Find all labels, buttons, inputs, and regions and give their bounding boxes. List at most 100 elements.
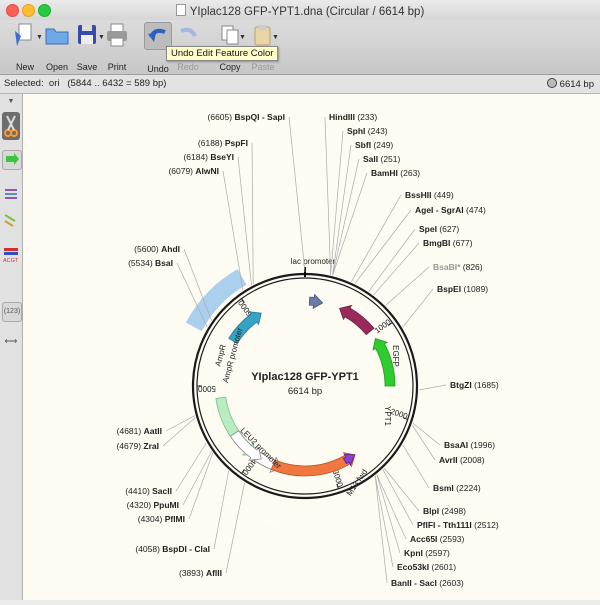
open-button[interactable]: Open bbox=[40, 22, 74, 72]
restriction-site[interactable]: (5600) AhdI bbox=[134, 244, 180, 254]
restriction-site[interactable]: AgeI - SgrAI (474) bbox=[415, 205, 486, 215]
site-enzyme: PpuMI bbox=[154, 500, 180, 510]
site-leader-line bbox=[188, 452, 214, 520]
map-name: YIplac128 GFP-YPT1 bbox=[251, 371, 359, 383]
restriction-site[interactable]: BssHII (449) bbox=[405, 190, 454, 200]
restriction-site[interactable]: (4679) ZraI bbox=[116, 441, 159, 451]
restriction-site[interactable]: (3893) AflII bbox=[179, 568, 222, 578]
feature-leu2-arrow[interactable] bbox=[270, 452, 356, 477]
site-leader-line bbox=[373, 242, 420, 296]
site-leader-line bbox=[162, 417, 196, 447]
restriction-site[interactable]: (4058) BspDI - ClaI bbox=[135, 544, 210, 554]
save-button[interactable]: Save bbox=[70, 22, 104, 72]
restriction-site[interactable]: KpnI (2597) bbox=[404, 548, 450, 558]
alignment-view-button[interactable] bbox=[2, 212, 20, 230]
site-position: (3893) bbox=[179, 568, 206, 578]
copy-menu-chevron-down-icon[interactable]: ▼ bbox=[239, 34, 246, 41]
site-enzyme: BsaAI bbox=[444, 440, 468, 450]
feature-label-ori: ori bbox=[254, 224, 266, 236]
restriction-site[interactable]: BspEI (1089) bbox=[437, 284, 488, 294]
sidebar-collapse-icon[interactable]: ▼ bbox=[2, 98, 20, 105]
restriction-site[interactable]: BmgBI (677) bbox=[423, 238, 473, 248]
map-length: 6614 bp bbox=[288, 386, 322, 397]
restriction-site[interactable]: (4304) PflMI bbox=[138, 514, 185, 524]
redo-arrow-icon bbox=[175, 22, 201, 48]
restriction-site[interactable]: (6079) AlwNI bbox=[168, 166, 219, 176]
feature-label-leu2: LEU2 bbox=[258, 515, 280, 527]
site-position: (677) bbox=[450, 238, 472, 248]
restriction-site[interactable]: (6184) BseYI bbox=[183, 152, 234, 162]
site-enzyme: PspFI bbox=[225, 138, 248, 148]
site-enzyme: AflII bbox=[206, 568, 222, 578]
site-position: (826) bbox=[460, 262, 482, 272]
site-leader-line bbox=[351, 194, 402, 283]
circular-sequence-icon bbox=[546, 78, 557, 88]
site-position: (4058) bbox=[135, 544, 162, 554]
site-enzyme: KpnI bbox=[404, 548, 423, 558]
site-position: (2224) bbox=[454, 483, 481, 493]
restriction-site[interactable]: (6188) PspFI bbox=[198, 138, 248, 148]
map-canvas: 1000 2000 3000 4000 5000 6000 ori lac promoter Y… bbox=[23, 94, 600, 600]
printer-icon bbox=[104, 22, 130, 48]
site-enzyme: AatII bbox=[144, 426, 162, 436]
enzymes-view-button[interactable] bbox=[2, 112, 20, 140]
site-enzyme: BlpI bbox=[423, 506, 439, 516]
site-enzyme: Acc65I bbox=[410, 534, 437, 544]
restriction-site[interactable]: AvrII (2008) bbox=[439, 455, 485, 465]
features-view-button[interactable] bbox=[2, 150, 22, 170]
restriction-site[interactable]: Acc65I (2593) bbox=[410, 534, 465, 544]
restriction-site[interactable]: PflFI - Tth111I (2512) bbox=[417, 520, 499, 530]
site-leader-line bbox=[213, 470, 230, 550]
site-position: (5600) bbox=[134, 244, 161, 254]
site-position: (6079) bbox=[168, 166, 195, 176]
primers-icon bbox=[5, 189, 17, 199]
paste-menu-chevron-down-icon[interactable]: ▼ bbox=[272, 34, 279, 41]
new-button[interactable]: New bbox=[8, 22, 42, 72]
site-enzyme: SalI bbox=[363, 154, 378, 164]
site-leader-line bbox=[225, 482, 245, 574]
restriction-site[interactable]: BanII - SacI (2603) bbox=[391, 578, 464, 588]
restriction-site[interactable]: SpeI (627) bbox=[419, 224, 459, 234]
restriction-site[interactable]: BamHI (263) bbox=[371, 168, 420, 178]
restriction-site[interactable]: (4681) AatII bbox=[117, 426, 162, 436]
site-enzyme: SbfI bbox=[355, 140, 371, 150]
feature-label-egfp: EGFP bbox=[391, 345, 400, 367]
site-position: (6188) bbox=[198, 138, 225, 148]
restriction-site[interactable]: SbfI (249) bbox=[355, 140, 393, 150]
title-bar: YIplac128 GFP-YPT1.dna (Circular / 6614 … bbox=[0, 0, 600, 20]
restriction-site[interactable]: BlpI (2498) bbox=[423, 506, 466, 516]
restriction-site[interactable]: BtgZI (1685) bbox=[450, 380, 499, 390]
site-enzyme: BseYI bbox=[210, 152, 234, 162]
restriction-site[interactable]: (4320) PpuMI bbox=[127, 500, 179, 510]
count-badge[interactable]: (123) bbox=[2, 302, 22, 322]
feature-ypt1-arrow[interactable] bbox=[339, 304, 375, 336]
primers-view-button[interactable] bbox=[2, 186, 20, 202]
restriction-site[interactable]: BsaBI* (826) bbox=[433, 262, 483, 272]
site-enzyme: AlwNI bbox=[195, 166, 219, 176]
svg-text:ACGT: ACGT bbox=[3, 258, 19, 264]
restriction-site[interactable]: SphI (243) bbox=[347, 126, 388, 136]
feature-label-ypt1-b: YPT1 bbox=[383, 406, 392, 427]
print-button[interactable]: Print bbox=[100, 22, 134, 72]
restriction-site[interactable]: Eco53kI (2601) bbox=[397, 562, 456, 572]
site-leader-line bbox=[332, 158, 360, 276]
restriction-site[interactable]: (6605) BspQI - SapI bbox=[208, 112, 285, 122]
restriction-site[interactable]: HindIII (233) bbox=[329, 112, 377, 122]
site-enzyme: ZraI bbox=[143, 441, 159, 451]
restriction-site[interactable]: BsaAI (1996) bbox=[444, 440, 495, 450]
site-enzyme: BanII - SacI bbox=[391, 578, 437, 588]
restriction-site[interactable]: SalI (251) bbox=[363, 154, 400, 164]
site-enzyme: BspDI - ClaI bbox=[162, 544, 210, 554]
plasmid-map[interactable]: 100020003000400050006000orilac promoterY… bbox=[23, 94, 600, 600]
sequence-view-button[interactable]: ACGT bbox=[2, 246, 20, 266]
floppy-disk-icon bbox=[74, 22, 100, 48]
selected-range: (5844 .. 6432 = 589 bp) bbox=[67, 78, 167, 89]
restriction-site[interactable]: (4410) SacII bbox=[125, 486, 172, 496]
ruler-icon[interactable]: ⟷ bbox=[2, 336, 20, 347]
restriction-site[interactable]: BsmI (2224) bbox=[433, 483, 481, 493]
new-document-icon bbox=[12, 22, 38, 48]
site-position: (1089) bbox=[461, 284, 488, 294]
restriction-site[interactable]: (5534) BsaI bbox=[128, 258, 173, 268]
feature-lac-promoter-arrow[interactable] bbox=[308, 293, 324, 310]
site-position: (249) bbox=[371, 140, 393, 150]
